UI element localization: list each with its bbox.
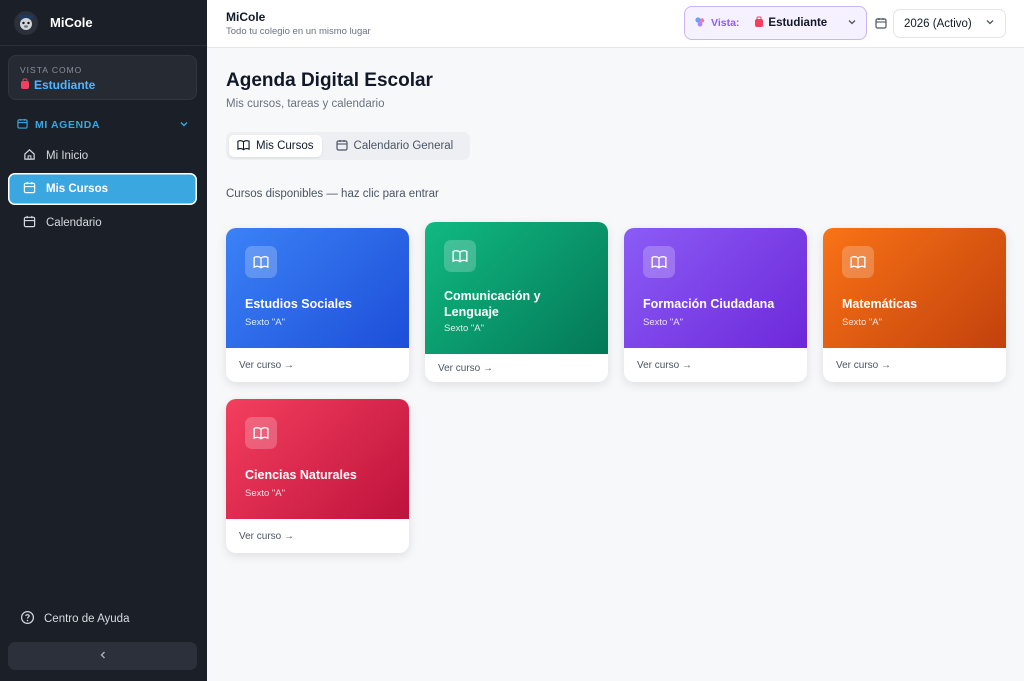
section-label: MI AGENDA <box>35 119 101 131</box>
view-course-link[interactable]: Ver curso → <box>425 354 608 382</box>
course-name: Estudios Sociales <box>245 297 352 311</box>
calendar-icon <box>17 118 28 132</box>
book-open-icon <box>237 139 250 154</box>
collapse-sidebar-button[interactable] <box>8 642 197 670</box>
header-subtitle: Todo tu colegio en un mismo lugar <box>226 26 371 37</box>
course-grade: Sexto "A" <box>842 317 883 328</box>
section-mi-agenda[interactable]: MI AGENDA <box>17 118 189 132</box>
view-tabs: Mis Cursos Calendario General <box>226 132 470 160</box>
sidebar-item-label: Calendario <box>46 217 102 229</box>
book-open-icon <box>245 417 277 449</box>
sidebar-item-label: Mis Cursos <box>46 183 108 195</box>
view-course-link[interactable]: Ver curso → <box>624 348 807 382</box>
backpack-icon <box>754 16 764 30</box>
school-year-select[interactable]: 2026 (Activo) <box>893 9 1006 38</box>
courses-hint: Cursos disponibles — haz clic para entra… <box>226 188 439 200</box>
course-name: Matemáticas <box>842 297 918 311</box>
page-subtitle: Mis cursos, tareas y calendario <box>226 98 385 110</box>
calendar-icon <box>875 16 887 34</box>
chevron-down-icon <box>179 119 189 132</box>
book-open-icon <box>444 240 476 272</box>
page-title: Agenda Digital Escolar <box>226 70 433 91</box>
calendar-icon <box>23 181 36 197</box>
view-course-link[interactable]: Ver curso → <box>226 348 409 382</box>
sparkle-icon <box>694 16 706 31</box>
help-center-link[interactable]: Centro de Ayuda <box>20 610 129 628</box>
role-selector[interactable]: Vista: Estudiante <box>684 6 867 40</box>
course-grade: Sexto "A" <box>245 317 286 328</box>
role-selector-label: Vista: <box>711 17 740 29</box>
course-name: Formación Ciudadana <box>643 297 775 311</box>
book-open-icon <box>245 246 277 278</box>
help-circle-icon <box>20 610 35 628</box>
role-selector-value: Estudiante <box>754 16 827 30</box>
view-course-link[interactable]: Ver curso → <box>823 348 1006 382</box>
sidebar-item-label: Mi Inicio <box>46 150 89 162</box>
role-selector-text: Estudiante <box>768 17 828 29</box>
view-as-value: Estudiante <box>20 78 185 92</box>
course-name: Ciencias Naturales <box>245 468 357 482</box>
brand-name: MiCole <box>50 15 93 30</box>
mascot-logo-icon <box>14 10 38 35</box>
course-grade: Sexto "A" <box>643 317 684 328</box>
view-course-link[interactable]: Ver curso → <box>226 519 409 553</box>
course-card-estudios-sociales[interactable]: Estudios Sociales Sexto "A" Ver curso → <box>226 228 409 382</box>
sidebar-item-mis-cursos[interactable]: Mis Cursos <box>8 173 197 205</box>
sidebar-item-mi-inicio[interactable]: Mi Inicio <box>8 140 197 172</box>
sidebar-item-calendario[interactable]: Calendario <box>8 207 197 239</box>
course-card-comunicacion-y-lenguaje[interactable]: Comunicación y Lenguaje Sexto "A" Ver cu… <box>425 222 608 382</box>
header-title: MiCole <box>226 10 266 24</box>
view-as-panel: VISTA COMO Estudiante <box>8 55 197 100</box>
sidebar: MiCole VISTA COMO Estudiante MI AGENDA M… <box>0 0 207 681</box>
brand[interactable]: MiCole <box>0 0 207 46</box>
course-name: Comunicación y Lenguaje <box>444 289 541 319</box>
tab-label: Calendario General <box>353 140 454 152</box>
chevron-down-icon <box>847 17 857 30</box>
book-open-icon <box>643 246 675 278</box>
course-grade: Sexto "A" <box>245 488 286 499</box>
school-year-value: 2026 (Activo) <box>904 17 972 30</box>
chevron-left-icon <box>98 647 108 665</box>
top-header: MiCole Todo tu colegio en un mismo lugar… <box>207 0 1024 48</box>
view-as-role: Estudiante <box>34 78 96 92</box>
tab-mis-cursos[interactable]: Mis Cursos <box>229 135 322 157</box>
course-card-matematicas[interactable]: Matemáticas Sexto "A" Ver curso → <box>823 228 1006 382</box>
course-card-ciencias-naturales[interactable]: Ciencias Naturales Sexto "A" Ver curso → <box>226 399 409 553</box>
tab-label: Mis Cursos <box>256 140 314 152</box>
calendar-icon <box>23 215 36 231</box>
chevron-down-icon <box>985 17 995 30</box>
tab-calendario-general[interactable]: Calendario General <box>328 135 462 157</box>
calendar-icon <box>335 139 348 154</box>
home-icon <box>23 148 36 164</box>
backpack-icon <box>20 78 30 92</box>
course-grade: Sexto "A" <box>444 323 485 334</box>
view-as-label: VISTA COMO <box>20 65 83 75</box>
help-label: Centro de Ayuda <box>44 613 130 625</box>
course-card-formacion-ciudadana[interactable]: Formación Ciudadana Sexto "A" Ver curso … <box>624 228 807 382</box>
book-open-icon <box>842 246 874 278</box>
